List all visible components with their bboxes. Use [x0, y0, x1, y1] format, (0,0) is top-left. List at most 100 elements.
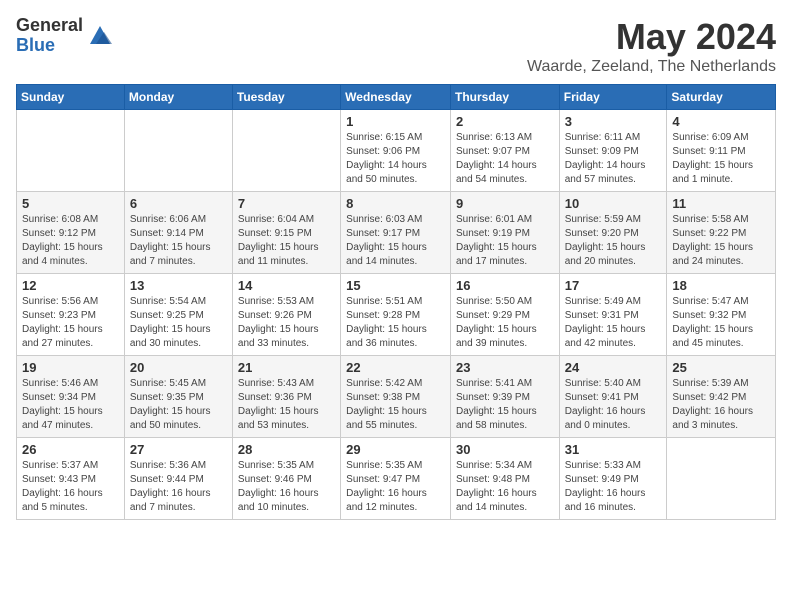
day-info: Sunrise: 5:36 AM Sunset: 9:44 PM Dayligh… [130, 459, 227, 515]
day-info: Sunrise: 5:41 AM Sunset: 9:39 PM Dayligh… [456, 377, 554, 433]
calendar-cell: 3 Sunrise: 6:11 AM Sunset: 9:09 PM Daylig… [559, 110, 667, 192]
weekday-header: Tuesday [232, 85, 340, 110]
day-number: 29 [346, 442, 445, 457]
calendar-cell: 14Sunrise: 5:53 AM Sunset: 9:26 PM Dayli… [232, 274, 340, 356]
calendar-cell: 26 Sunrise: 5:37 AM Sunset: 9:43 PM Dayli… [17, 438, 125, 520]
calendar-week-row: 1 Sunrise: 6:15 AM Sunset: 9:06 PM Daylig… [17, 110, 776, 192]
day-number: 22 [346, 360, 445, 375]
calendar-cell: 9 Sunrise: 6:01 AM Sunset: 9:19 PM Daylig… [450, 192, 559, 274]
day-info: Sunrise: 6:13 AM Sunset: 9:07 PM Dayligh… [456, 131, 554, 187]
day-number: 23 [456, 360, 554, 375]
weekday-header: Monday [124, 85, 232, 110]
day-number: 6 [130, 196, 227, 211]
day-number: 12 [22, 278, 119, 293]
day-number: 13 [130, 278, 227, 293]
weekday-header: Thursday [450, 85, 559, 110]
weekday-header: Wednesday [341, 85, 451, 110]
day-info: Sunrise: 5:42 AM Sunset: 9:38 PM Dayligh… [346, 377, 445, 433]
calendar-cell: 17Sunrise: 5:49 AM Sunset: 9:31 PM Dayli… [559, 274, 667, 356]
calendar-week-row: 26 Sunrise: 5:37 AM Sunset: 9:43 PM Dayli… [17, 438, 776, 520]
calendar-cell: 7 Sunrise: 6:04 AM Sunset: 9:15 PM Daylig… [232, 192, 340, 274]
day-info: Sunrise: 5:45 AM Sunset: 9:35 PM Dayligh… [130, 377, 227, 433]
day-info: Sunrise: 5:35 AM Sunset: 9:46 PM Dayligh… [238, 459, 335, 515]
calendar-cell: 25Sunrise: 5:39 AM Sunset: 9:42 PM Dayli… [667, 356, 776, 438]
day-number: 19 [22, 360, 119, 375]
day-info: Sunrise: 6:11 AM Sunset: 9:09 PM Dayligh… [565, 131, 662, 187]
day-number: 16 [456, 278, 554, 293]
logo-general: General [16, 16, 83, 36]
calendar-cell: 5 Sunrise: 6:08 AM Sunset: 9:12 PM Daylig… [17, 192, 125, 274]
day-number: 24 [565, 360, 662, 375]
day-number: 26 [22, 442, 119, 457]
calendar-cell: 29 Sunrise: 5:35 AM Sunset: 9:47 PM Dayli… [341, 438, 451, 520]
day-number: 25 [672, 360, 770, 375]
day-number: 3 [565, 114, 662, 129]
calendar-cell: 19 Sunrise: 5:46 AM Sunset: 9:34 PM Dayli… [17, 356, 125, 438]
calendar-cell: 30Sunrise: 5:34 AM Sunset: 9:48 PM Dayli… [450, 438, 559, 520]
calendar-cell: 4 Sunrise: 6:09 AM Sunset: 9:11 PM Daylig… [667, 110, 776, 192]
logo-text: General Blue [16, 16, 83, 56]
calendar-cell: 8Sunrise: 6:03 AM Sunset: 9:17 PM Daylig… [341, 192, 451, 274]
day-number: 20 [130, 360, 227, 375]
calendar-cell: 11 Sunrise: 5:58 AM Sunset: 9:22 PM Dayli… [667, 192, 776, 274]
day-info: Sunrise: 5:58 AM Sunset: 9:22 PM Dayligh… [672, 213, 770, 269]
day-info: Sunrise: 5:56 AM Sunset: 9:23 PM Dayligh… [22, 295, 119, 351]
calendar-cell [17, 110, 125, 192]
calendar-cell: 12 Sunrise: 5:56 AM Sunset: 9:23 PM Dayli… [17, 274, 125, 356]
title-block: May 2024 Waarde, Zeeland, The Netherland… [527, 16, 776, 76]
month-title: May 2024 [527, 16, 776, 58]
calendar-cell: 28Sunrise: 5:35 AM Sunset: 9:46 PM Dayli… [232, 438, 340, 520]
location: Waarde, Zeeland, The Netherlands [527, 58, 776, 76]
calendar-cell: 22 Sunrise: 5:42 AM Sunset: 9:38 PM Dayli… [341, 356, 451, 438]
calendar-cell: 16Sunrise: 5:50 AM Sunset: 9:29 PM Dayli… [450, 274, 559, 356]
day-info: Sunrise: 5:47 AM Sunset: 9:32 PM Dayligh… [672, 295, 770, 351]
day-info: Sunrise: 6:01 AM Sunset: 9:19 PM Dayligh… [456, 213, 554, 269]
day-number: 21 [238, 360, 335, 375]
day-number: 2 [456, 114, 554, 129]
day-number: 11 [672, 196, 770, 211]
day-number: 5 [22, 196, 119, 211]
day-info: Sunrise: 5:59 AM Sunset: 9:20 PM Dayligh… [565, 213, 662, 269]
day-info: Sunrise: 6:04 AM Sunset: 9:15 PM Dayligh… [238, 213, 335, 269]
day-info: Sunrise: 5:33 AM Sunset: 9:49 PM Dayligh… [565, 459, 662, 515]
day-number: 15 [346, 278, 445, 293]
day-info: Sunrise: 5:37 AM Sunset: 9:43 PM Dayligh… [22, 459, 119, 515]
page-header: General Blue May 2024 Waarde, Zeeland, T… [16, 16, 776, 76]
day-info: Sunrise: 5:35 AM Sunset: 9:47 PM Dayligh… [346, 459, 445, 515]
day-number: 27 [130, 442, 227, 457]
day-number: 1 [346, 114, 445, 129]
day-number: 7 [238, 196, 335, 211]
calendar-week-row: 12 Sunrise: 5:56 AM Sunset: 9:23 PM Dayli… [17, 274, 776, 356]
day-info: Sunrise: 6:06 AM Sunset: 9:14 PM Dayligh… [130, 213, 227, 269]
logo: General Blue [16, 16, 114, 56]
calendar-week-row: 5 Sunrise: 6:08 AM Sunset: 9:12 PM Daylig… [17, 192, 776, 274]
day-number: 14 [238, 278, 335, 293]
day-number: 10 [565, 196, 662, 211]
day-info: Sunrise: 5:51 AM Sunset: 9:28 PM Dayligh… [346, 295, 445, 351]
day-info: Sunrise: 6:08 AM Sunset: 9:12 PM Dayligh… [22, 213, 119, 269]
day-info: Sunrise: 5:49 AM Sunset: 9:31 PM Dayligh… [565, 295, 662, 351]
calendar-cell: 1 Sunrise: 6:15 AM Sunset: 9:06 PM Daylig… [341, 110, 451, 192]
day-number: 18 [672, 278, 770, 293]
calendar-week-row: 19 Sunrise: 5:46 AM Sunset: 9:34 PM Dayli… [17, 356, 776, 438]
calendar-cell [667, 438, 776, 520]
calendar-cell [124, 110, 232, 192]
weekday-header: Friday [559, 85, 667, 110]
day-info: Sunrise: 5:54 AM Sunset: 9:25 PM Dayligh… [130, 295, 227, 351]
logo-icon [86, 22, 114, 50]
day-number: 31 [565, 442, 662, 457]
day-number: 30 [456, 442, 554, 457]
day-info: Sunrise: 6:15 AM Sunset: 9:06 PM Dayligh… [346, 131, 445, 187]
day-info: Sunrise: 5:43 AM Sunset: 9:36 PM Dayligh… [238, 377, 335, 433]
day-info: Sunrise: 5:46 AM Sunset: 9:34 PM Dayligh… [22, 377, 119, 433]
calendar-cell: 2 Sunrise: 6:13 AM Sunset: 9:07 PM Daylig… [450, 110, 559, 192]
weekday-header: Saturday [667, 85, 776, 110]
day-info: Sunrise: 5:40 AM Sunset: 9:41 PM Dayligh… [565, 377, 662, 433]
calendar-header-row: SundayMondayTuesdayWednesdayThursdayFrid… [17, 85, 776, 110]
day-number: 9 [456, 196, 554, 211]
day-info: Sunrise: 6:09 AM Sunset: 9:11 PM Dayligh… [672, 131, 770, 187]
calendar-cell: 18 Sunrise: 5:47 AM Sunset: 9:32 PM Dayli… [667, 274, 776, 356]
day-number: 4 [672, 114, 770, 129]
day-info: Sunrise: 6:03 AM Sunset: 9:17 PM Dayligh… [346, 213, 445, 269]
calendar-cell: 10 Sunrise: 5:59 AM Sunset: 9:20 PM Dayli… [559, 192, 667, 274]
